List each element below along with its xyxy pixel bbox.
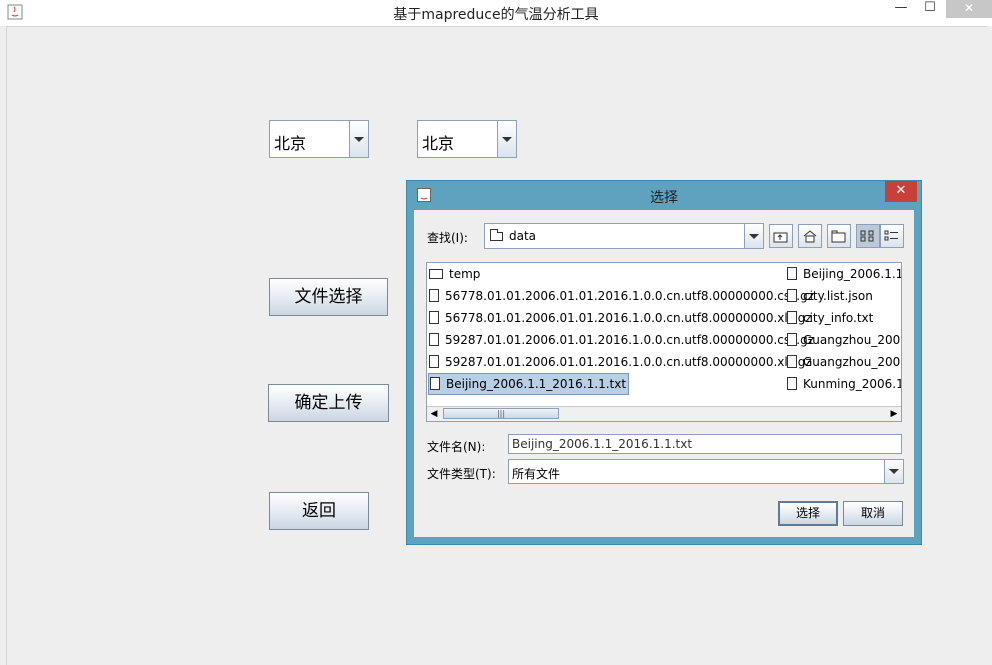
file-select-button[interactable]: 文件选择 (269, 278, 388, 316)
list-item[interactable]: Guangzhou_2006 (787, 352, 902, 372)
dialog-title: 选择 (650, 190, 678, 206)
file-name: Guangzhou_2006 (803, 355, 902, 369)
file-name: 59287.01.01.2006.01.01.2016.1.0.0.cn.utf… (445, 333, 815, 347)
scroll-right-icon[interactable]: ▶ (887, 407, 901, 421)
file-icon (787, 311, 797, 324)
list-item[interactable]: city.list.json (787, 286, 873, 306)
file-icon (429, 355, 439, 368)
scrollbar-thumb[interactable]: ||| (443, 408, 559, 419)
city-combo-2[interactable]: 北京 (417, 120, 517, 158)
folder-icon (490, 229, 503, 241)
file-icon (429, 311, 439, 324)
look-in-combo[interactable]: data (484, 223, 764, 249)
file-name: 59287.01.01.2006.01.01.2016.1.0.0.cn.utf… (445, 355, 812, 369)
chevron-down-icon[interactable] (497, 121, 516, 157)
file-name: 56778.01.01.2006.01.01.2016.1.0.0.cn.utf… (445, 311, 812, 325)
folder-icon (429, 269, 443, 279)
file-icon (787, 377, 797, 390)
window-title: 基于mapreduce的气温分析工具 (393, 7, 599, 23)
back-button[interactable]: 返回 (269, 492, 369, 530)
list-item[interactable]: Guangzhou_2006 (787, 330, 902, 350)
filetype-combo[interactable]: 所有文件 (508, 459, 904, 484)
filename-label: 文件名(N): (427, 440, 486, 454)
minimize-button[interactable]: — (888, 0, 914, 18)
file-icon (787, 289, 797, 302)
dialog-close-button[interactable]: ✕ (885, 181, 917, 202)
up-folder-icon[interactable] (769, 224, 793, 248)
maximize-button[interactable]: ☐ (918, 0, 942, 18)
file-icon (429, 289, 439, 302)
city-combo-1[interactable]: 北京 (269, 120, 369, 158)
details-view-icon[interactable] (880, 224, 904, 248)
file-name: Beijing_2006.1.1_2016.1.1.txt (446, 377, 627, 391)
filetype-label: 文件类型(T): (427, 467, 496, 481)
file-name: Beijing_2006.1.1_ (803, 267, 902, 281)
file-icon (787, 333, 797, 346)
filetype-value: 所有文件 (512, 467, 561, 481)
list-item[interactable]: city_info.txt (787, 308, 873, 328)
file-name: temp (449, 267, 481, 281)
file-name: Kunming_2006.1 (803, 377, 902, 391)
file-icon (787, 267, 797, 280)
select-button[interactable]: 选择 (778, 501, 838, 526)
confirm-upload-button[interactable]: 确定上传 (268, 384, 389, 422)
list-item-selected[interactable]: Beijing_2006.1.1_2016.1.1.txt (428, 373, 630, 395)
list-view-icon[interactable] (856, 224, 880, 248)
file-icon (787, 355, 797, 368)
close-button[interactable]: ✕ (946, 0, 992, 18)
file-name: 56778.01.01.2006.01.01.2016.1.0.0.cn.utf… (445, 289, 815, 303)
horizontal-scrollbar[interactable]: ◀ ||| ▶ (427, 406, 901, 421)
dialog-body: 查找(I): data temp 56778.01.01.2006.01.01.… (414, 210, 914, 537)
scroll-left-icon[interactable]: ◀ (427, 407, 441, 421)
list-item[interactable]: Beijing_2006.1.1_ (787, 264, 902, 284)
list-item[interactable]: 59287.01.01.2006.01.01.2016.1.0.0.cn.utf… (429, 352, 812, 372)
new-folder-icon[interactable] (827, 224, 851, 248)
filename-field[interactable]: Beijing_2006.1.1_2016.1.1.txt (508, 434, 902, 454)
city-combo-1-value: 北京 (274, 134, 307, 153)
cancel-button[interactable]: 取消 (843, 501, 903, 526)
file-name: Guangzhou_2006 (803, 333, 902, 347)
chevron-down-icon[interactable] (744, 224, 763, 248)
chevron-down-icon[interactable] (884, 460, 903, 483)
chevron-down-icon[interactable] (349, 121, 368, 157)
list-item[interactable]: 56778.01.01.2006.01.01.2016.1.0.0.cn.utf… (429, 308, 812, 328)
list-item[interactable]: temp (429, 264, 480, 284)
list-item[interactable]: 59287.01.01.2006.01.01.2016.1.0.0.cn.utf… (429, 330, 814, 350)
file-icon (429, 333, 439, 346)
home-icon[interactable] (798, 224, 822, 248)
file-icon (430, 377, 440, 390)
file-list[interactable]: temp 56778.01.01.2006.01.01.2016.1.0.0.c… (426, 262, 902, 422)
title-bar: 基于mapreduce的气温分析工具 — ☐ ✕ (0, 0, 992, 26)
city-combo-2-value: 北京 (422, 134, 455, 153)
look-in-label: 查找(I): (427, 231, 468, 245)
list-item[interactable]: Kunming_2006.1 (787, 374, 902, 394)
list-item[interactable]: 56778.01.01.2006.01.01.2016.1.0.0.cn.utf… (429, 286, 814, 306)
file-chooser-dialog: 选择 ✕ 查找(I): data temp 56778.01.01.2006.0… (406, 180, 922, 545)
file-name: city.list.json (803, 289, 873, 303)
file-name: city_info.txt (803, 311, 874, 325)
look-in-value: data (509, 229, 537, 243)
